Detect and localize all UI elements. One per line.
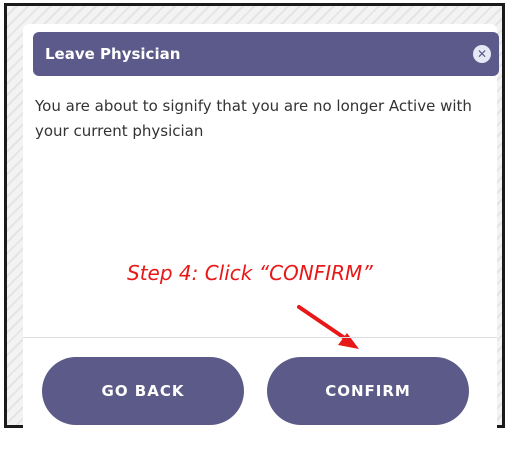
dialog-message: You are about to signify that you are no… <box>35 97 472 140</box>
dialog-title: Leave Physician <box>45 45 181 63</box>
close-icon[interactable]: ✕ <box>473 45 491 63</box>
footer-divider <box>23 337 497 338</box>
screenshot-frame: Leave Physician ✕ You are about to signi… <box>4 3 505 434</box>
confirm-button[interactable]: CONFIRM <box>267 357 469 425</box>
go-back-button[interactable]: GO BACK <box>42 357 244 425</box>
step-annotation: Step 4: Click “CONFIRM” <box>127 261 373 285</box>
dialog-titlebar: Leave Physician ✕ <box>33 32 499 76</box>
leave-physician-dialog: Leave Physician ✕ You are about to signi… <box>23 24 499 434</box>
